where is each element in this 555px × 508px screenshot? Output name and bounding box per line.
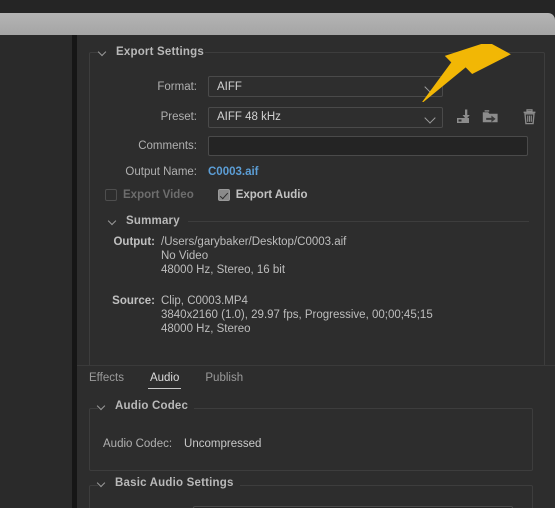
export-settings-header[interactable]: Export Settings — [99, 44, 210, 60]
basic-audio-settings-header[interactable]: Basic Audio Settings — [98, 477, 240, 489]
audio-codec-value[interactable]: Uncompressed — [184, 438, 261, 450]
export-settings-title: Export Settings — [116, 46, 204, 58]
settings-tabs: Effects Audio Publish — [77, 365, 555, 394]
summary-source-key: Source: — [112, 295, 155, 307]
chevron-down-icon[interactable] — [99, 48, 108, 57]
export-audio-checkbox[interactable]: Export Audio — [217, 189, 308, 201]
format-label: Format: — [157, 80, 197, 93]
export-toggles-row: Export Video Export Audio — [105, 189, 307, 201]
comments-label: Comments: — [138, 140, 197, 152]
format-row: Format: AIFF — [137, 76, 537, 97]
audio-codec-row: Audio Codec: Uncompressed — [103, 438, 261, 450]
tab-effects[interactable]: Effects — [89, 372, 124, 388]
checkbox-box — [217, 189, 230, 201]
summary-output-line: /Users/garybaker/Desktop/C0003.aif — [161, 236, 347, 248]
format-dropdown[interactable]: AIFF — [208, 76, 443, 97]
screenshot-root: Export Settings Format: AIFF Preset: AIF… — [0, 0, 555, 508]
trash-icon — [523, 109, 535, 125]
preset-row: Preset: AIFF 48 kHz — [137, 106, 555, 128]
summary-source-line: 3840x2160 (1.0), 29.97 fps, Progressive,… — [161, 309, 433, 321]
audio-codec-label: Audio Codec: — [103, 438, 173, 450]
save-preset-icon — [456, 109, 470, 123]
format-value: AIFF — [217, 80, 242, 93]
delete-preset-button[interactable] — [518, 106, 540, 128]
preset-label: Preset: — [160, 111, 197, 123]
summary-source-line: Clip, C0003.MP4 — [161, 295, 248, 307]
summary-output-line: No Video — [161, 250, 209, 262]
audio-codec-header[interactable]: Audio Codec — [98, 400, 195, 412]
export-video-checkbox[interactable]: Export Video — [105, 189, 194, 201]
window-titlebar[interactable] — [0, 13, 555, 35]
summary-rule — [187, 220, 529, 222]
chevron-down-icon — [424, 111, 436, 124]
summary-output-key: Output: — [113, 236, 155, 248]
summary-source-line: 48000 Hz, Stereo — [161, 323, 251, 335]
summary-section: Summary Output: /Users/garybaker/Desktop… — [109, 215, 529, 335]
tab-audio[interactable]: Audio — [147, 372, 182, 389]
summary-header[interactable]: Summary — [109, 215, 529, 227]
output-name-link[interactable]: C0003.aif — [208, 166, 259, 178]
output-name-row: Output Name: C0003.aif — [107, 166, 259, 178]
checkbox-box — [105, 189, 117, 201]
summary-output-block: Output: /Users/garybaker/Desktop/C0003.a… — [109, 236, 529, 276]
summary-title: Summary — [126, 215, 180, 227]
audio-codec-title: Audio Codec — [115, 400, 189, 412]
preset-value: AIFF 48 kHz — [217, 111, 281, 123]
comments-input[interactable] — [208, 136, 528, 156]
chevron-down-icon[interactable] — [98, 402, 107, 411]
import-preset-button[interactable] — [480, 106, 502, 128]
comments-row: Comments: — [117, 136, 547, 156]
output-name-label: Output Name: — [125, 166, 197, 178]
summary-source-block: Source: Clip, C0003.MP4 3840x2160 (1.0),… — [109, 295, 529, 335]
import-preset-icon — [482, 110, 498, 123]
tab-publish[interactable]: Publish — [205, 372, 243, 388]
chevron-down-icon[interactable] — [98, 479, 107, 488]
chevron-down-icon — [424, 81, 436, 93]
summary-output-line: 48000 Hz, Stereo, 16 bit — [161, 264, 286, 276]
export-video-label: Export Video — [123, 189, 194, 201]
export-audio-label: Export Audio — [235, 189, 308, 201]
left-gutter — [0, 35, 72, 508]
preset-dropdown[interactable]: AIFF 48 kHz — [208, 106, 443, 128]
chevron-down-icon[interactable] — [109, 217, 118, 226]
save-preset-button[interactable] — [453, 106, 475, 128]
basic-audio-settings-title: Basic Audio Settings — [115, 477, 234, 489]
